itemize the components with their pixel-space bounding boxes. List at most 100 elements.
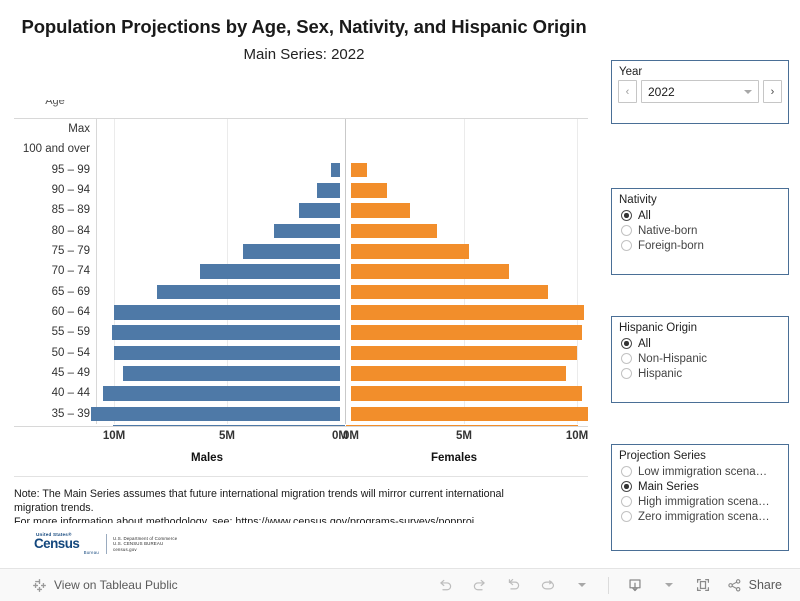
chevron-down-icon (665, 583, 674, 587)
projection-series-option[interactable]: High immigration scena… (612, 494, 788, 509)
pyramid-row (103, 343, 588, 363)
female-bar[interactable] (351, 203, 410, 218)
male-bar[interactable] (330, 162, 340, 178)
female-bar[interactable] (351, 244, 469, 259)
hispanic-origin-option-label: Hispanic (638, 367, 683, 380)
projection-series-option[interactable]: Main Series (612, 479, 788, 494)
radio-button-icon[interactable] (621, 496, 632, 507)
projection-series-option[interactable]: Zero immigration scena… (612, 509, 788, 524)
male-bar[interactable] (114, 305, 340, 320)
pyramid-row (103, 322, 588, 342)
male-bar[interactable] (199, 264, 340, 279)
nativity-option[interactable]: Native-born (612, 223, 788, 238)
radio-button-icon[interactable] (621, 481, 632, 492)
male-bar[interactable] (102, 386, 340, 401)
female-bar[interactable] (351, 325, 582, 340)
view-on-tableau-public-link[interactable]: View on Tableau Public (32, 578, 178, 593)
refresh-button[interactable] (533, 573, 563, 597)
radio-button-icon[interactable] (621, 338, 632, 349)
female-bar[interactable] (351, 406, 589, 422)
radio-button-icon[interactable] (621, 511, 632, 522)
census-logo-wordmark: Census (34, 536, 80, 551)
x-tick-females: 5M (456, 430, 472, 442)
female-bar[interactable] (351, 264, 510, 279)
age-category-label: 40 – 44 (51, 387, 90, 400)
x-tick-females: 0M (343, 430, 359, 442)
footnote-line-3: For more information about methodology, … (14, 516, 475, 523)
radio-button-icon[interactable] (621, 240, 632, 251)
toolbar-actions: Share (431, 573, 786, 597)
census-logo-department-text: U.S. Department of Commerce U.S. CENSUS … (113, 536, 177, 553)
female-bar[interactable] (351, 345, 577, 361)
revert-button[interactable] (499, 573, 529, 597)
radio-button-icon[interactable] (621, 466, 632, 477)
female-bar[interactable] (351, 183, 388, 198)
pyramid-row (103, 282, 588, 302)
share-icon (727, 578, 741, 591)
male-bar[interactable] (242, 244, 340, 259)
redo-icon (474, 579, 485, 590)
age-category-label: 80 – 84 (51, 224, 90, 237)
age-category-label: 70 – 74 (51, 265, 90, 278)
male-bar[interactable] (114, 345, 340, 361)
tableau-logo-icon (33, 578, 46, 592)
radio-button-icon[interactable] (621, 368, 632, 379)
hispanic-origin-option[interactable]: Non-Hispanic (612, 351, 788, 366)
refresh-icon (541, 579, 555, 589)
download-button[interactable] (620, 573, 650, 597)
male-bar[interactable] (274, 223, 340, 239)
female-bar[interactable] (351, 223, 437, 239)
fullscreen-icon (696, 578, 709, 592)
age-category-label: 95 – 99 (51, 163, 90, 176)
female-bar[interactable] (351, 162, 367, 178)
nativity-option-label: Native-born (638, 224, 698, 237)
year-dropdown-value: 2022 (648, 84, 675, 99)
hispanic-origin-option[interactable]: Hispanic (612, 366, 788, 381)
age-category-label: 60 – 64 (51, 305, 90, 318)
undo-button[interactable] (431, 573, 461, 597)
x-tick-males: 10M (102, 430, 126, 442)
toolbar-divider (607, 576, 609, 594)
male-bar[interactable] (111, 325, 340, 340)
male-bar[interactable] (91, 406, 340, 422)
male-bar[interactable] (123, 366, 340, 381)
footnote-line-2: migration trends. (14, 502, 94, 514)
hispanic-origin-option[interactable]: All (612, 336, 788, 351)
download-icon (629, 579, 641, 592)
share-button[interactable]: Share (722, 577, 786, 594)
male-bar[interactable] (317, 183, 340, 198)
redo-button[interactable] (465, 573, 495, 597)
male-bar[interactable] (156, 284, 340, 300)
age-category-labels: Max 100 and over 95 – 99 90 – 94 85 – 89 80 –… (14, 119, 96, 424)
download-dropdown[interactable] (654, 573, 684, 597)
filter-panel-nativity: Nativity All Native-born Foreign-born (611, 188, 789, 275)
projection-series-option-label: Low immigration scena… (638, 465, 768, 478)
female-bar[interactable] (351, 305, 584, 320)
year-dropdown[interactable]: 2022 (641, 80, 759, 103)
plot-area (91, 119, 589, 424)
nativity-option[interactable]: All (612, 208, 788, 223)
pause-auto-updates-dropdown[interactable] (567, 573, 597, 597)
nativity-option-label: All (638, 209, 651, 222)
nativity-option[interactable]: Foreign-born (612, 238, 788, 253)
tableau-viz-container: Population Projections by Age, Sex, Nati… (0, 0, 800, 568)
share-label: Share (748, 578, 782, 592)
footnote-clipped-line: For more information about methodology, … (14, 515, 589, 523)
radio-button-icon[interactable] (621, 210, 632, 221)
nativity-radio-group: All Native-born Foreign-born (612, 208, 788, 253)
radio-button-icon[interactable] (621, 225, 632, 236)
pyramid-row (91, 404, 589, 424)
projection-series-option[interactable]: Low immigration scena… (612, 464, 788, 479)
radio-button-icon[interactable] (621, 353, 632, 364)
year-next-button[interactable]: › (763, 80, 782, 103)
female-bar[interactable] (351, 284, 548, 300)
year-prev-button[interactable]: ‹ (618, 80, 637, 103)
age-axis-header: Age (14, 100, 96, 118)
female-bar[interactable] (351, 386, 582, 401)
view-on-tableau-public-label: View on Tableau Public (54, 578, 178, 592)
age-axis-header-label: Age (45, 100, 65, 107)
male-bar[interactable] (299, 203, 340, 218)
x-tick-females: 10M (565, 430, 589, 442)
fullscreen-button[interactable] (688, 573, 718, 597)
female-bar[interactable] (351, 366, 566, 381)
